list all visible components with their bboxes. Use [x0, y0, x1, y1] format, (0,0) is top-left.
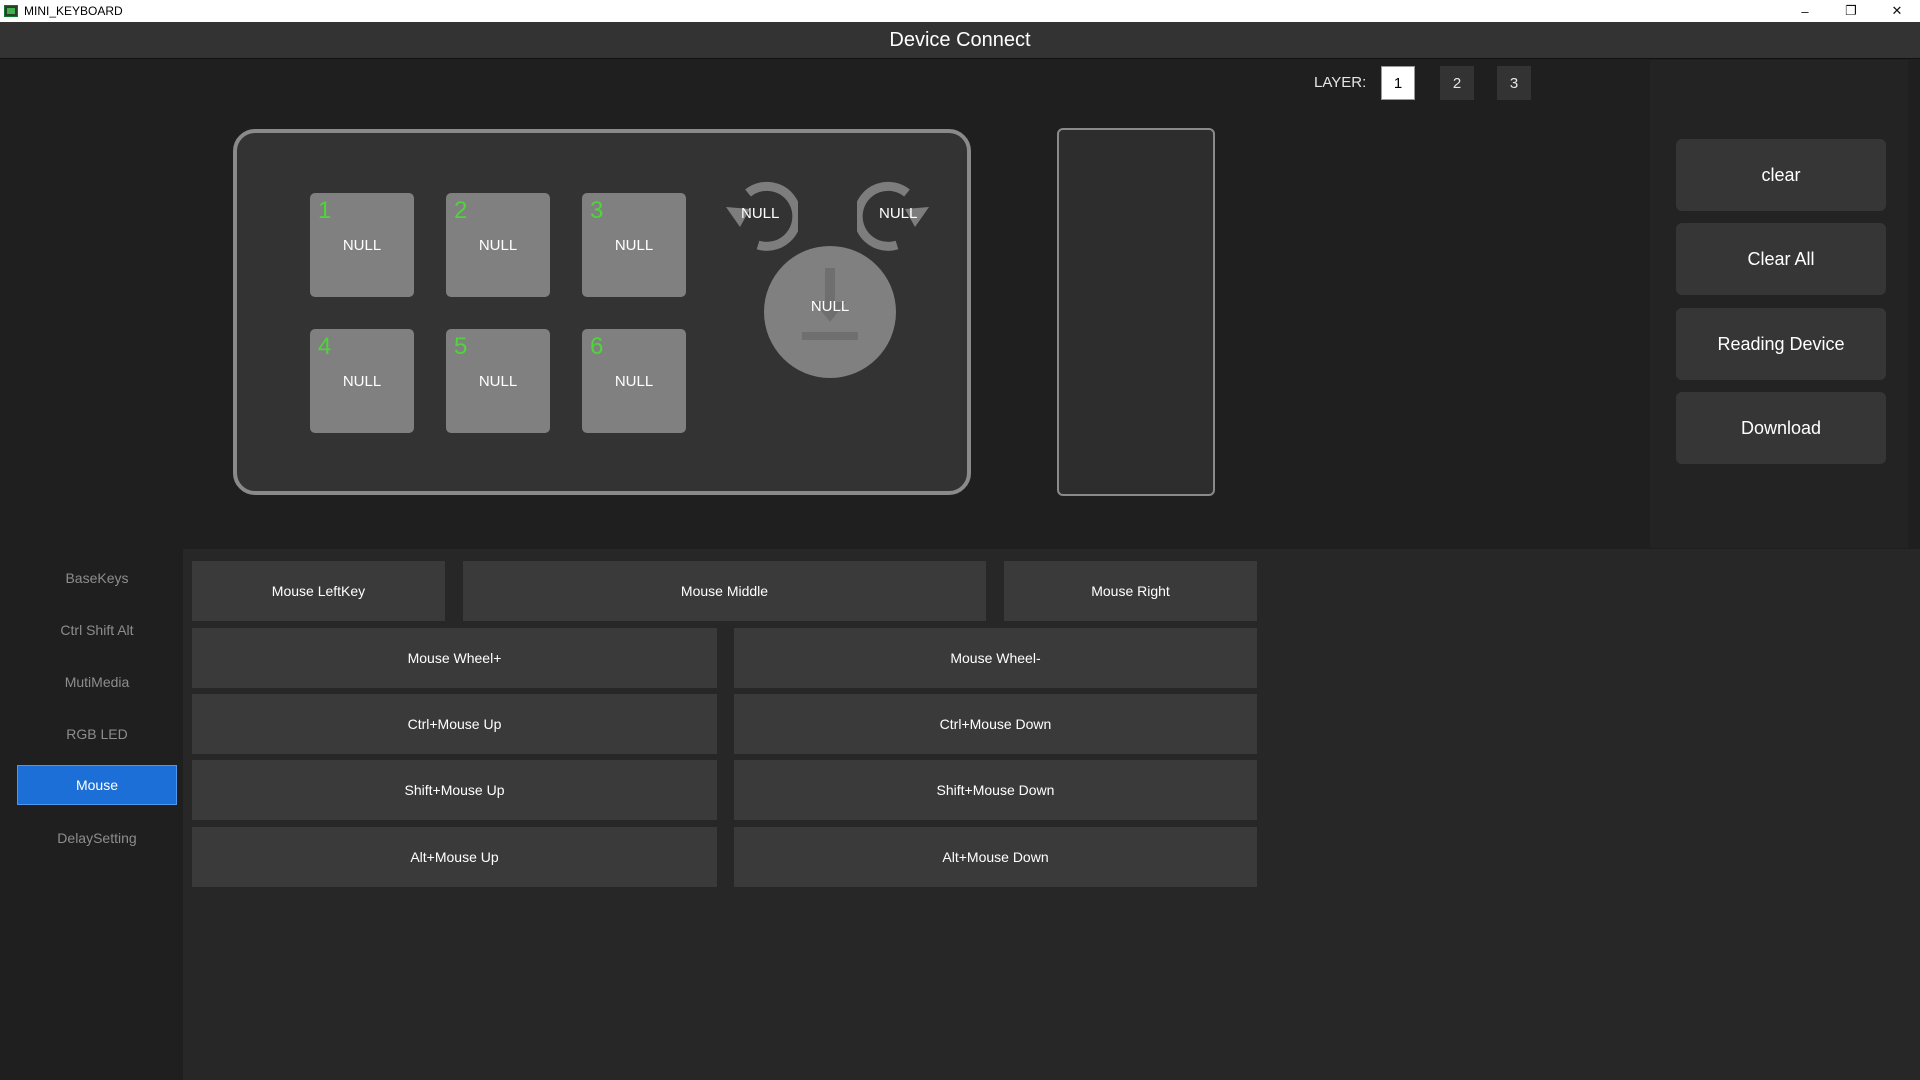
- shift-mouse-up-button[interactable]: Shift+Mouse Up: [192, 760, 717, 820]
- layer-2-button[interactable]: 2: [1440, 66, 1474, 100]
- knob-cw-label: NULL: [879, 205, 918, 222]
- sidebar-item-rgb-led[interactable]: RGB LED: [17, 714, 177, 754]
- mouse-right-button[interactable]: Mouse Right: [1004, 561, 1257, 621]
- actions-panel: clear Clear All Reading Device Download: [1650, 60, 1908, 548]
- clear-button[interactable]: clear: [1676, 139, 1886, 211]
- alt-mouse-down-button[interactable]: Alt+Mouse Down: [734, 827, 1257, 887]
- ctrl-mouse-down-button[interactable]: Ctrl+Mouse Down: [734, 694, 1257, 754]
- key-number: 3: [590, 197, 604, 224]
- mouse-wheel-down-button[interactable]: Mouse Wheel-: [734, 628, 1257, 688]
- key-label: NULL: [342, 237, 382, 254]
- key-5[interactable]: 5 NULL: [446, 329, 550, 433]
- key-6[interactable]: 6 NULL: [582, 329, 686, 433]
- app-icon: [4, 5, 18, 17]
- mouse-leftkey-button[interactable]: Mouse LeftKey: [192, 561, 445, 621]
- window-controls: – ❐ ✕: [1782, 0, 1920, 22]
- minimize-button[interactable]: –: [1782, 0, 1828, 22]
- key-2[interactable]: 2 NULL: [446, 193, 550, 297]
- key-label: NULL: [614, 237, 654, 254]
- keyboard-preview: 1 NULL 2 NULL 3 NULL 4 NULL 5 NULL 6 NUL…: [233, 129, 971, 495]
- layer-label: LAYER:: [1314, 74, 1367, 91]
- key-4[interactable]: 4 NULL: [310, 329, 414, 433]
- clear-all-button[interactable]: Clear All: [1676, 223, 1886, 295]
- key-label: NULL: [478, 237, 518, 254]
- key-number: 2: [454, 197, 468, 224]
- key-label: NULL: [342, 373, 382, 390]
- knob-preview-panel: [1057, 128, 1215, 496]
- key-number: 6: [590, 333, 604, 360]
- key-label: NULL: [614, 373, 654, 390]
- window-title-bar: MINI_KEYBOARD – ❐ ✕: [0, 0, 1920, 22]
- layer-3-button[interactable]: 3: [1497, 66, 1531, 100]
- knob-press[interactable]: NULL: [764, 246, 896, 378]
- key-number: 4: [318, 333, 332, 360]
- sidebar-item-delay-setting[interactable]: DelaySetting: [17, 818, 177, 858]
- connection-status-title: Device Connect: [889, 28, 1031, 51]
- knob-press-label: NULL: [810, 298, 850, 315]
- sidebar-item-multimedia[interactable]: MutiMedia: [17, 662, 177, 702]
- restore-button[interactable]: ❐: [1828, 0, 1874, 22]
- layer-1-button[interactable]: 1: [1381, 66, 1415, 100]
- alt-mouse-up-button[interactable]: Alt+Mouse Up: [192, 827, 717, 887]
- window-title: MINI_KEYBOARD: [24, 4, 123, 18]
- sidebar-item-ctrl-shift-alt[interactable]: Ctrl Shift Alt: [17, 610, 177, 650]
- knob-ccw-label: NULL: [741, 205, 780, 222]
- key-3[interactable]: 3 NULL: [582, 193, 686, 297]
- key-number: 1: [318, 197, 332, 224]
- ctrl-mouse-up-button[interactable]: Ctrl+Mouse Up: [192, 694, 717, 754]
- mouse-middle-button[interactable]: Mouse Middle: [463, 561, 986, 621]
- connection-header: Device Connect: [0, 22, 1920, 59]
- sidebar-item-mouse[interactable]: Mouse: [17, 765, 177, 805]
- key-1[interactable]: 1 NULL: [310, 193, 414, 297]
- mouse-wheel-up-button[interactable]: Mouse Wheel+: [192, 628, 717, 688]
- sidebar-item-basekeys[interactable]: BaseKeys: [17, 558, 177, 598]
- key-label: NULL: [478, 373, 518, 390]
- close-button[interactable]: ✕: [1874, 0, 1920, 22]
- reading-device-button[interactable]: Reading Device: [1676, 308, 1886, 380]
- shift-mouse-down-button[interactable]: Shift+Mouse Down: [734, 760, 1257, 820]
- download-button[interactable]: Download: [1676, 392, 1886, 464]
- key-number: 5: [454, 333, 468, 360]
